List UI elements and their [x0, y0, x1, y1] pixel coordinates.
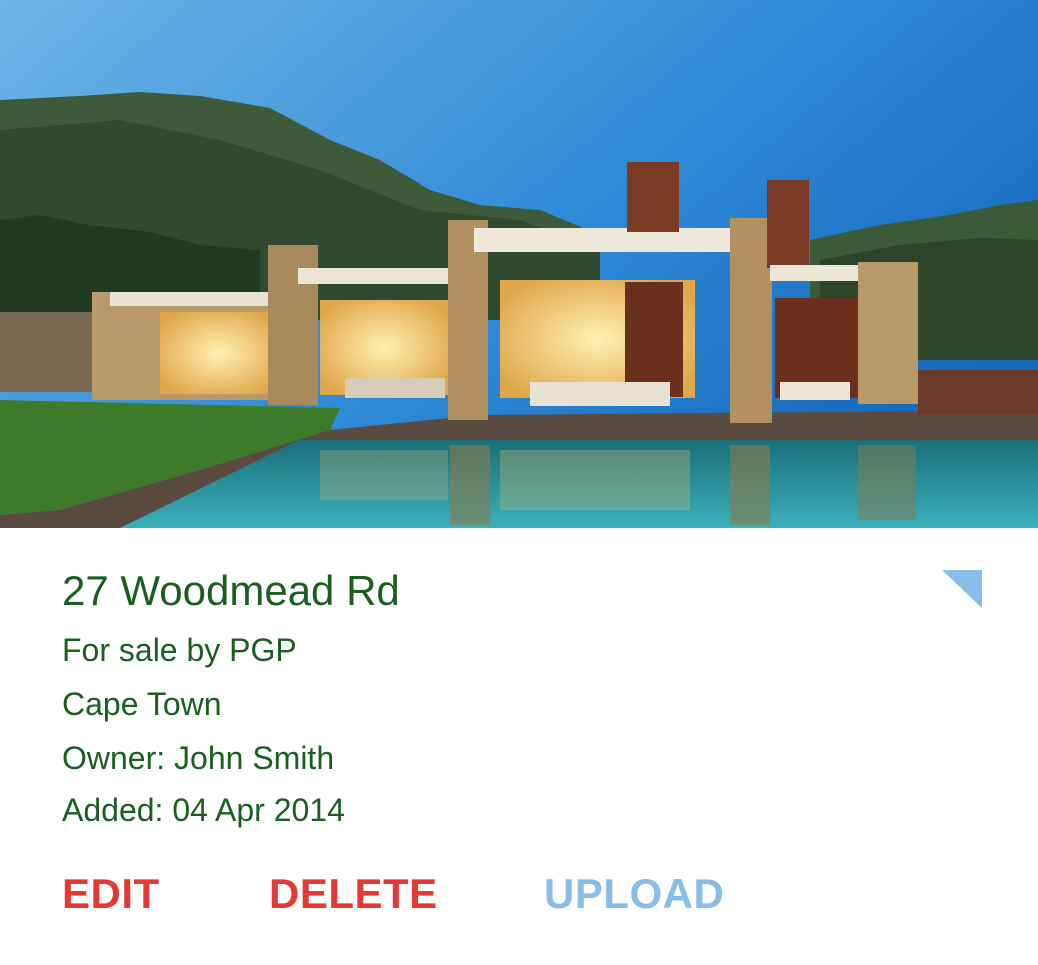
date-added: Added: 04 Apr 2014 [62, 792, 345, 828]
sale-info: For sale by PGP [62, 632, 297, 668]
upload-button[interactable]: UPLOAD [544, 866, 724, 922]
corner-triangle-icon[interactable] [942, 570, 982, 608]
edit-button[interactable]: EDIT [62, 866, 160, 922]
property-photo [0, 0, 1038, 528]
delete-button[interactable]: DELETE [269, 866, 438, 922]
city: Cape Town [62, 686, 222, 722]
listing-card: 27 Woodmead Rd For sale by PGP Cape Town… [0, 0, 1038, 965]
owner: Owner: John Smith [62, 740, 335, 776]
listing-address: 27 Woodmead Rd [62, 567, 400, 614]
